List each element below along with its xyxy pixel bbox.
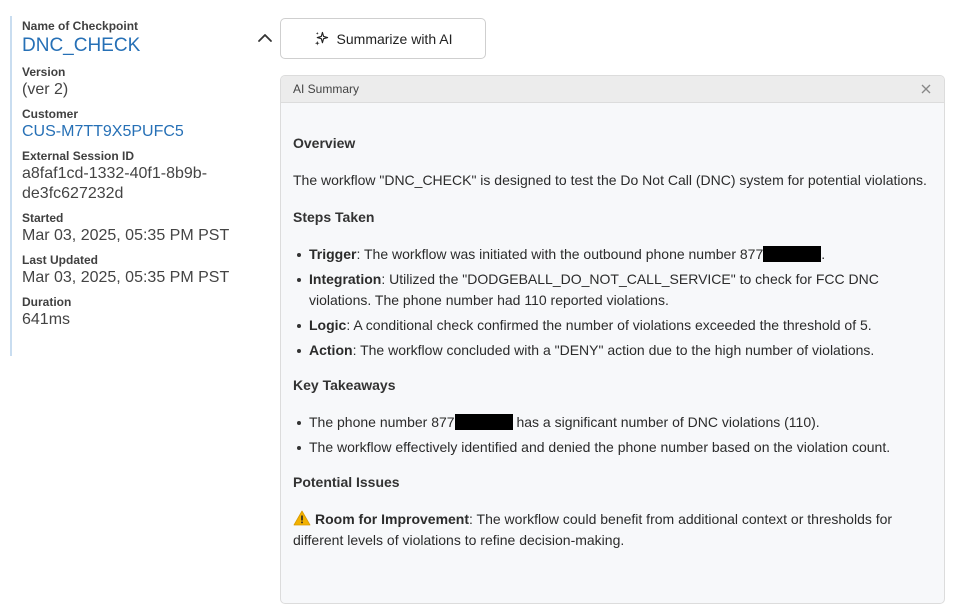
step-text: : A conditional check confirmed the numb… [346,317,872,333]
duration-field: Duration 641ms [22,294,260,330]
session-value-line1: a8faf1cd-1332-40f1-8b9b- [22,165,208,182]
step-term: Integration [309,271,382,287]
summarize-button-label: Summarize with AI [336,30,453,47]
checkpoint-name-link[interactable]: DNC_CHECK [22,34,260,58]
checkpoint-field: Name of Checkpoint DNC_CHECK [22,18,260,58]
checkpoint-label: Name of Checkpoint [22,19,139,33]
updated-value: Mar 03, 2025, 05:35 PM PST [22,269,230,286]
takeaways-list: The phone number 877 has a significant n… [293,412,932,458]
steps-heading: Steps Taken [293,209,375,225]
ai-summary-title: AI Summary [293,82,360,96]
customer-label: Customer [22,107,79,121]
started-label: Started [22,211,64,225]
step-term: Logic [309,317,347,333]
version-field: Version (ver 2) [22,64,260,100]
ai-summary-panel: AI Summary Overview The workflow "DNC_CH… [280,75,945,604]
overview-text: The workflow "DNC_CHECK" is designed to … [293,172,927,188]
chevron-up-icon[interactable] [256,30,274,46]
takeaway-text-end: has a significant number of DNC violatio… [512,414,820,430]
summarize-with-ai-button[interactable]: Summarize with AI [280,18,486,59]
takeaway-text: The phone number 877 [309,414,455,430]
redacted-phone [763,246,822,262]
list-item: Trigger: The workflow was initiated with… [293,244,932,265]
started-field: Started Mar 03, 2025, 05:35 PM PST [22,210,260,246]
step-text: : Utilized the "DODGEBALL_DO_NOT_CALL_SE… [309,271,879,308]
close-icon[interactable] [920,83,932,95]
checkpoint-details: Name of Checkpoint DNC_CHECK Version (ve… [10,16,260,356]
version-value: (ver 2) [22,81,69,98]
list-item: Logic: A conditional check confirmed the… [293,315,932,336]
updated-field: Last Updated Mar 03, 2025, 05:35 PM PST [22,252,260,288]
list-item: Integration: Utilized the "DODGEBALL_DO_… [293,269,932,311]
session-field: External Session ID a8faf1cd-1332-40f1-8… [22,148,260,204]
issues-heading: Potential Issues [293,474,400,490]
takeaway-text: The workflow effectively identified and … [309,439,891,455]
step-text-end: . [821,246,826,262]
duration-label: Duration [22,295,72,309]
session-label: External Session ID [22,149,135,163]
session-value-line2: de3fc627232d [22,185,124,202]
duration-value: 641ms [22,311,71,328]
list-item: The workflow effectively identified and … [293,437,932,458]
redacted-phone [454,414,513,430]
step-text: : The workflow was initiated with the ou… [356,246,764,262]
customer-field: Customer CUS-M7TT9X5PUFC5 [22,106,260,142]
step-term: Trigger [309,246,357,262]
takeaways-heading: Key Takeaways [293,377,396,393]
steps-list: Trigger: The workflow was initiated with… [293,244,932,361]
sparkles-icon [314,31,328,46]
ai-summary-body: Overview The workflow "DNC_CHECK" is des… [281,103,944,551]
step-term: Action [309,342,353,358]
list-item: The phone number 877 has a significant n… [293,412,932,433]
warning-icon [293,510,311,526]
list-item: Action: The workflow concluded with a "D… [293,340,932,361]
ai-summary-header: AI Summary [281,76,944,103]
updated-label: Last Updated [22,253,99,267]
overview-heading: Overview [293,135,356,151]
customer-link[interactable]: CUS-M7TT9X5PUFC5 [22,122,260,142]
issue-paragraph: Room for Improvement: The workflow could… [293,509,932,551]
version-label: Version [22,65,66,79]
issue-term: Room for Improvement [315,511,470,527]
step-text: : The workflow concluded with a "DENY" a… [352,342,875,358]
started-value: Mar 03, 2025, 05:35 PM PST [22,227,230,244]
